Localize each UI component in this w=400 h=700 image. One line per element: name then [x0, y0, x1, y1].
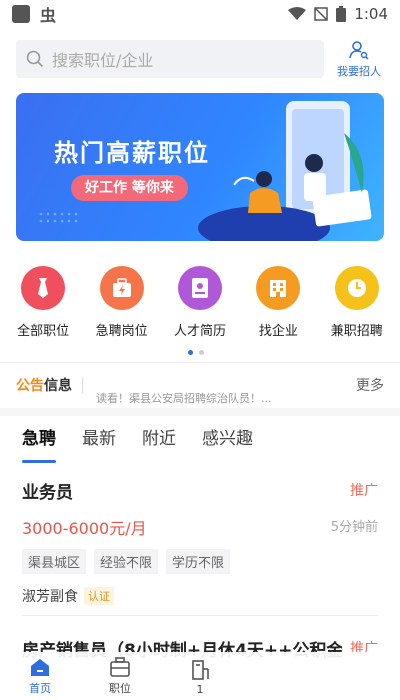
company-name: 淑芳副食 [22, 589, 78, 605]
divider [82, 376, 83, 393]
divider [22, 615, 378, 616]
pager-dot [188, 350, 193, 355]
tab-latest[interactable]: 最新 [82, 424, 116, 463]
notice-brand: 公告信息 [16, 377, 72, 394]
job-company: 淑芳副食 认证 [22, 586, 378, 606]
category-urgent-jobs[interactable]: 急聘岗位 [86, 266, 158, 339]
tab-nearby[interactable]: 附近 [142, 424, 176, 463]
category-label: 找企业 [258, 324, 298, 339]
verified-badge: 认证 [84, 587, 114, 605]
search-input[interactable]: 搜索职位/企业 [16, 40, 324, 78]
category-pager [188, 350, 204, 355]
search-icon [26, 50, 44, 68]
category-label: 人才简历 [173, 324, 226, 339]
recruit-label: 我要招人 [337, 64, 381, 78]
status-time: 1:04 [354, 5, 388, 23]
category-label: 兼职招聘 [330, 324, 383, 339]
bolt-bag-icon [99, 266, 144, 310]
banner-illustration [198, 101, 372, 241]
app-notification-icon [12, 5, 30, 23]
clock-icon [334, 266, 379, 310]
notice-text[interactable]: 读看！渠县公安局招聘综治队员！... [96, 390, 272, 406]
building-icon [256, 266, 301, 310]
bug-icon: 虫 [40, 6, 57, 25]
pager-dot [199, 350, 204, 355]
home-icon [31, 659, 49, 676]
briefcase-icon [110, 657, 130, 677]
job-title: 业务员 [22, 483, 73, 503]
tab-urgent[interactable]: 急聘 [22, 424, 56, 463]
job-posted-time: 5分钟前 [330, 520, 378, 535]
category-grid: 全部职位 急聘岗位 人才简历 找企业 兼职招聘 [0, 266, 400, 339]
category-label: 急聘岗位 [95, 324, 148, 339]
nav-home[interactable]: 首页 [0, 652, 80, 700]
category-part-time[interactable]: 兼职招聘 [321, 266, 393, 339]
search-placeholder: 搜索职位/企业 [52, 51, 154, 70]
battery-icon [336, 6, 347, 22]
search-header: 搜索职位/企业 我要招人 [16, 40, 384, 78]
job-tag-experience: 经验不限 [94, 549, 159, 574]
category-all-jobs[interactable]: 全部职位 [7, 266, 79, 339]
job-salary: 3000-6000元/月 [22, 519, 147, 538]
nav-company[interactable]: 1 [160, 652, 240, 700]
tie-icon [21, 266, 66, 310]
category-label: 全部职位 [17, 324, 70, 339]
user-search-icon [349, 40, 369, 59]
job-tags: 渠县城区 经验不限 学历不限 [22, 549, 378, 574]
resume-icon [177, 266, 222, 310]
job-tag-location: 渠县城区 [22, 549, 87, 574]
nav-label: 职位 [109, 682, 131, 695]
recruit-button[interactable]: 我要招人 [334, 40, 384, 79]
job-tabs: 急聘 最新 附近 感兴趣 [22, 424, 253, 463]
promo-banner[interactable]: 热门高薪职位 好工作 等你来 [16, 93, 384, 241]
nav-label: 首页 [29, 682, 51, 695]
tab-interested[interactable]: 感兴趣 [202, 424, 253, 463]
status-bar: 虫 1:04 [0, 0, 400, 28]
nav-label: 1 [196, 683, 204, 696]
signal-off-icon [314, 7, 329, 21]
job-tag-education: 学历不限 [166, 549, 231, 574]
banner-tag: 好工作 等你来 [71, 175, 188, 201]
notice-more-link[interactable]: 更多 [356, 375, 384, 395]
category-resumes[interactable]: 人才简历 [164, 266, 236, 339]
category-companies[interactable]: 找企业 [242, 266, 314, 339]
company-icon [192, 660, 209, 680]
bottom-nav: 首页 职位 1 [0, 652, 400, 700]
section-gap [0, 408, 400, 416]
nav-jobs[interactable]: 职位 [80, 652, 160, 700]
banner-dot-pattern [39, 212, 78, 223]
banner-title: 热门高薪职位 [54, 139, 210, 167]
job-card[interactable]: 业务员 推广 3000-6000元/月 5分钟前 渠县城区 经验不限 学历不限 … [22, 478, 378, 606]
promo-badge: 推广 [350, 483, 378, 499]
wifi-icon [288, 7, 307, 20]
